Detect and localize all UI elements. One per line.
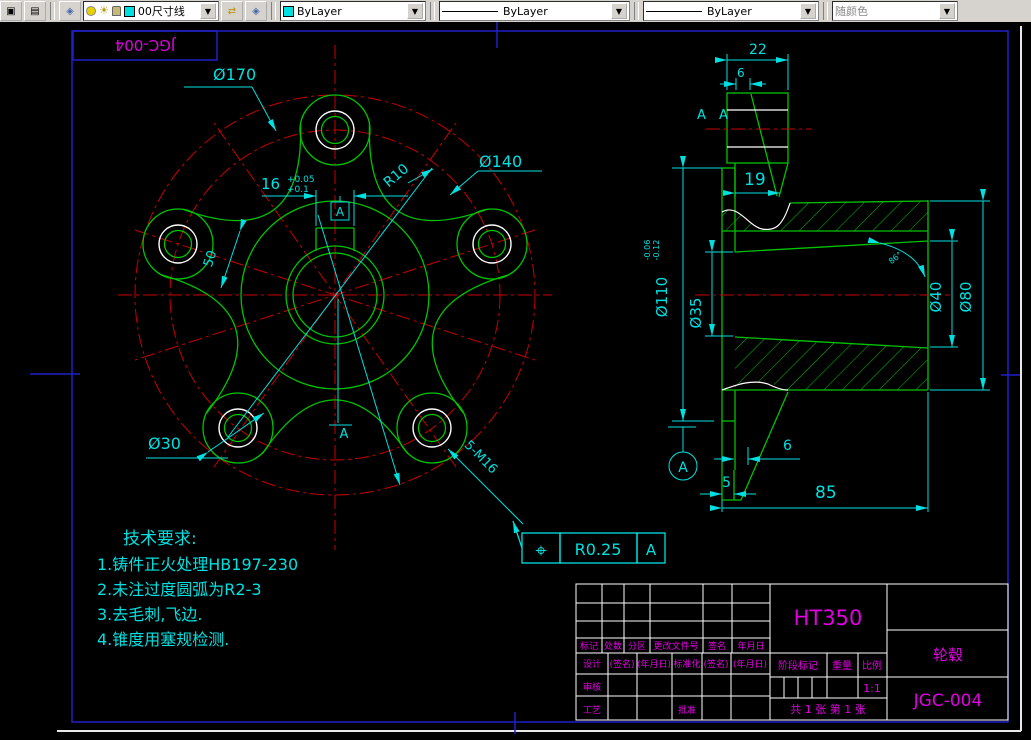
dim-key-tol-upper: +0.05 [287,175,315,185]
plotstyle-value: 随颜色 [835,5,868,18]
dim-r10-label: R10 [381,161,412,191]
dim-d110-label: Ø110 [653,277,671,317]
layers-icon[interactable]: ◈ [59,1,81,21]
part-name-label: 轮毂 [933,646,963,664]
col-zone: 分区 [628,641,646,652]
chevron-down-icon[interactable]: ▼ [939,3,955,19]
make-layer-current-icon[interactable]: ⇄ [221,1,243,21]
cell-approve: 批准 [678,704,696,716]
col-mark: 标记 [580,640,598,652]
position-tolerance-icon: ⌖ [535,538,546,562]
dim-19-label: 19 [744,170,766,190]
layer-dropdown[interactable]: ☀ 00尺寸线 ▼ [83,1,219,21]
cell-sign2: (签名) [703,658,728,670]
dim-d140-label: Ø140 [479,152,522,171]
separator [634,2,639,20]
stage-mark-label: 阶段标记 [778,659,818,672]
linetype-value: ByLayer [503,4,548,18]
separator [50,2,55,20]
corner-drawing-number: JGC-004 [115,36,177,54]
fcf-value: R0.25 [575,540,622,559]
dim-22-label: 22 [749,42,767,58]
chevron-down-icon[interactable]: ▼ [407,3,423,19]
cell-date: (年月日) [637,658,671,670]
material-label: HT350 [794,606,863,630]
lineweight-value: ByLayer [707,4,752,18]
fcf-datum-ref: A [646,541,657,559]
dim-d35-label: Ø35 [687,298,705,329]
tech-requirements: 技术要求: 1.铸件正火处理HB197-230 2.未注过度圆弧为R2-3 3.… [97,529,298,649]
col-date: 年月日 [737,640,764,652]
tech-req-line: 4.锥度用塞规检测. [97,630,229,649]
lineweight-dropdown[interactable]: ByLayer ▼ [643,1,819,21]
scale-label: 比例 [862,659,882,672]
cell-sign: (签名) [609,658,634,670]
color-swatch [283,5,294,17]
cell-design: 设计 [583,658,601,670]
current-layer-name: 00尺寸线 [137,5,185,18]
dim-angle-label: 86° [887,250,904,266]
section-a1-label: A [697,108,706,123]
freeze-icon[interactable]: ☀ [99,5,109,16]
dim-6-top-label: 6 [737,66,745,80]
col-change-file: 更改文件号 [653,640,698,652]
dim-50-label: 50 [201,249,220,269]
feature-control-frame: ⌖ R0.25 A [512,520,666,564]
axis-datum-label: A [340,427,349,442]
tech-req-line: 1.铸件正火处理HB197-230 [97,555,298,574]
tech-req-line: 2.未注过度圆弧为R2-3 [97,580,262,599]
dim-6-bottom-label: 6 [783,438,792,454]
lineweight-sample [646,10,702,12]
window-icon[interactable]: ▣ [0,1,22,21]
weight-label: 重量 [832,659,852,672]
dim-key-width-label: 16 [261,175,280,193]
separator [430,2,435,20]
dim-d40-label: Ø40 [927,282,945,313]
drawing-canvas[interactable]: JGC-004 Ø170 Ø140 R10 16 +0.05 +0.1 A 50… [0,22,1031,736]
linetype-sample [442,10,498,12]
dim-thread-label: 5-M16 [461,438,500,477]
linetype-dropdown[interactable]: ByLayer ▼ [439,1,630,21]
chevron-down-icon[interactable]: ▼ [200,3,216,19]
separator [271,2,276,20]
scale-value: 1:1 [863,682,881,695]
layer-previous-icon[interactable]: ◈ [245,1,267,21]
sheet-count-label: 共 1 张 第 1 张 [790,702,865,716]
title-block-text: HT350 轮毂 JGC-004 阶段标记 重量 比例 1:1 共 1 张 第 … [580,606,982,716]
chevron-down-icon[interactable]: ▼ [800,3,816,19]
datum-circle-label: A [678,460,688,476]
cell-process: 工艺 [583,705,601,716]
layer-color-swatch [123,5,135,17]
cad-drawing[interactable]: JGC-004 Ø170 Ø140 R10 16 +0.05 +0.1 A 50… [0,22,1031,736]
color-dropdown[interactable]: ByLayer ▼ [280,1,426,21]
section-profile [721,92,929,501]
section-a2-label: A [719,108,728,123]
drawing-number-label: JGC-004 [913,691,983,711]
cell-date2: (年月日) [733,658,767,670]
separator [823,2,828,20]
dim-d80-label: Ø80 [957,282,975,313]
print-icon[interactable]: ▤ [24,1,46,21]
col-count: 处数 [604,640,622,652]
tech-req-line: 3.去毛刺,飞边. [97,605,202,624]
datum-a-box-label: A [336,205,345,219]
dim-d110-tol-upper: -0.06 [643,240,652,261]
lock-icon[interactable] [111,6,121,16]
dim-d110-tol-lower: -0.12 [652,240,661,261]
color-value: ByLayer [297,4,342,18]
dim-d30-label: Ø30 [148,434,181,453]
top-toolbar: ▣ ▤ ◈ ☀ 00尺寸线 ▼ ⇄ ◈ ByLayer ▼ ByLayer ▼ … [0,0,1031,24]
chevron-down-icon[interactable]: ▼ [611,3,627,19]
plotstyle-dropdown[interactable]: 随颜色 ▼ [832,1,958,21]
cell-standardize: 标准化 [673,658,700,670]
dim-5-label: 5 [722,475,731,491]
dim-d170-label: Ø170 [213,65,256,84]
tech-req-title: 技术要求: [123,529,197,549]
cell-review: 审核 [583,681,601,693]
dim-key-tol-lower: +0.1 [287,185,309,195]
section-dim-labels: 22 6 A A 19 Ø110 -0.06 -0.12 Ø35 Ø40 Ø80… [643,42,975,503]
col-signature: 签名 [708,640,726,652]
dim-85-label: 85 [815,483,837,503]
layer-on-icon[interactable] [86,6,96,16]
